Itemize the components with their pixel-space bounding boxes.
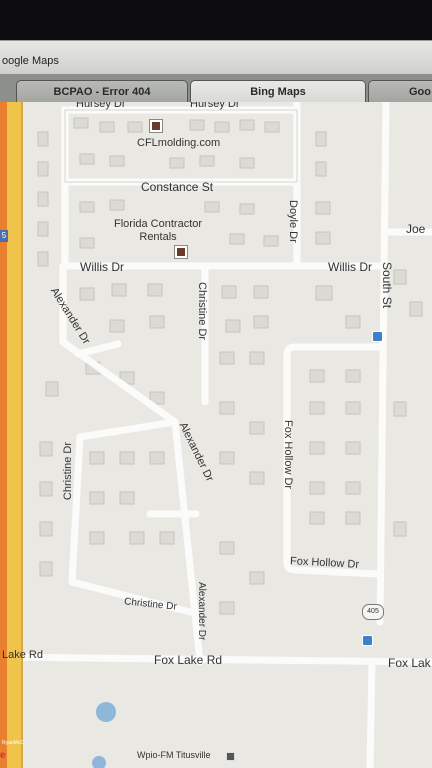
street-label-fox-lake-right: Fox Lak [388, 656, 431, 670]
pond-2 [92, 756, 106, 768]
place-label-cfl[interactable]: CFLmolding.com [137, 137, 220, 149]
place-marker-florida-contractor[interactable] [175, 246, 187, 258]
radio-tower-icon[interactable] [226, 752, 235, 761]
street-label-willis-right: Willis Dr [328, 260, 372, 274]
pond-1 [96, 702, 116, 722]
route-shield-405: 405 [362, 604, 384, 620]
tab-bcpao[interactable]: BCPAO - Error 404 [16, 80, 188, 103]
map-roads [0, 102, 432, 768]
highway-strip-yellow [7, 102, 21, 768]
street-label-hursey-left: Hursey Dr [76, 102, 126, 110]
place-marker-cfl[interactable] [150, 120, 162, 132]
transit-stop-icon-lower[interactable] [362, 635, 373, 646]
window-title: oogle Maps [2, 55, 59, 67]
photo-credit: RyanMcC [2, 740, 24, 746]
street-label-christine-upper: Christine Dr [196, 282, 208, 341]
transit-stop-icon[interactable] [372, 331, 383, 342]
street-label-fox-lake-center: Fox Lake Rd [154, 653, 223, 667]
street-label-alexander-lower: Alexander Dr [196, 582, 207, 641]
tab-bar: BCPAO - Error 404 Bing Maps Goo [0, 74, 432, 103]
place-label-florida-contractor[interactable]: Florida Contractor Rentals [114, 218, 202, 244]
tab-bing-maps[interactable]: Bing Maps [190, 80, 366, 103]
street-label-hursey-right: Hursey Dr [190, 102, 240, 110]
left-edge-glyph: e [0, 750, 6, 761]
browser-title-bar: oogle Maps [0, 40, 432, 75]
highway-strip-orange [0, 102, 7, 768]
street-label-south-st: South St [380, 262, 394, 309]
street-label-doyle: Doyle Dr [287, 200, 299, 243]
tab-google[interactable]: Goo [368, 80, 432, 102]
street-label-lake-rd: Lake Rd [2, 649, 43, 661]
place-label-radio[interactable]: Wpio-FM Titusville [137, 750, 211, 760]
street-label-christine-left: Christine Dr [62, 442, 74, 501]
street-label-joe: Joe [406, 222, 426, 236]
highway-strip-edge [21, 102, 23, 768]
street-label-willis-left: Willis Dr [80, 260, 124, 274]
street-label-constance: Constance St [141, 180, 214, 194]
street-label-fox-hollow-vertical: Fox Hollow Dr [282, 420, 294, 490]
route-shield-left: 5 [0, 230, 8, 242]
map-canvas[interactable]: 5 Hursey Dr Hursey Dr Constance St Doyle… [0, 102, 432, 768]
